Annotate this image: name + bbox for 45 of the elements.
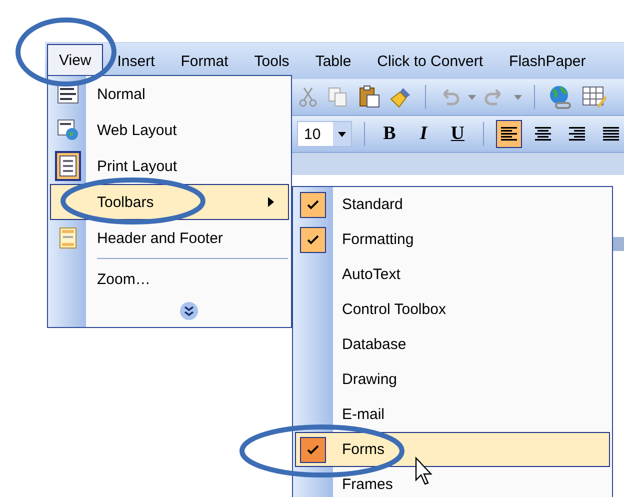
menu-item[interactable]: Formatting [295,222,610,257]
menu-title[interactable]: View [47,44,104,78]
header-footer-icon [59,227,77,249]
submenu-arrow-icon [268,197,274,207]
clipboard-icon[interactable] [357,85,381,109]
align-right-icon[interactable] [568,126,586,142]
menu-item[interactable]: Control Toolbox [295,292,610,327]
menu-title[interactable]: Click to Convert [365,44,496,78]
menu-item[interactable]: Forms [295,432,610,467]
align-center-icon[interactable] [534,126,552,142]
menu-item[interactable]: E-mail [295,397,610,432]
caret-icon [338,132,346,136]
check-icon [307,234,319,244]
underline-button[interactable]: U [444,120,471,148]
menu-item[interactable]: Database [295,327,610,362]
paintbrush-icon[interactable] [389,85,413,109]
menu-item[interactable]: Print Layout [50,148,289,184]
check-icon [307,200,319,210]
expand-chevron-icon[interactable] [178,301,198,321]
menu-title[interactable]: Tools [242,44,302,78]
italic-button[interactable]: I [410,120,437,148]
menu-title[interactable]: Insert [105,44,167,78]
menu-item[interactable]: Drawing [295,362,610,397]
menu-item[interactable]: Header and Footer [50,220,289,256]
align-button[interactable] [496,120,522,148]
menu-title[interactable]: Table [303,44,364,78]
web-page-icon [57,119,79,141]
normal-view-icon [57,84,79,104]
globe-link-icon[interactable] [547,84,573,110]
align-justify-icon[interactable] [602,126,620,142]
menu-title[interactable]: FlashPaper [497,44,598,78]
check-icon [307,444,319,454]
table-icon[interactable] [581,84,607,110]
menu-title[interactable]: Format [168,44,240,78]
menu-item[interactable]: Web Layout [50,112,289,148]
bold-button[interactable]: B [376,120,403,148]
menu-item[interactable]: Toolbars [50,184,289,220]
menu-item[interactable]: Frames [295,467,610,497]
page-icon [59,155,77,177]
mouse-pointer-icon [415,456,432,485]
menu-item[interactable]: AutoText [295,257,610,292]
align-left-icon[interactable] [500,126,518,142]
menu-item[interactable]: Normal [50,76,289,112]
menu-item[interactable]: Standard [295,187,610,222]
font-size-dropdown[interactable]: 10 [297,121,352,147]
